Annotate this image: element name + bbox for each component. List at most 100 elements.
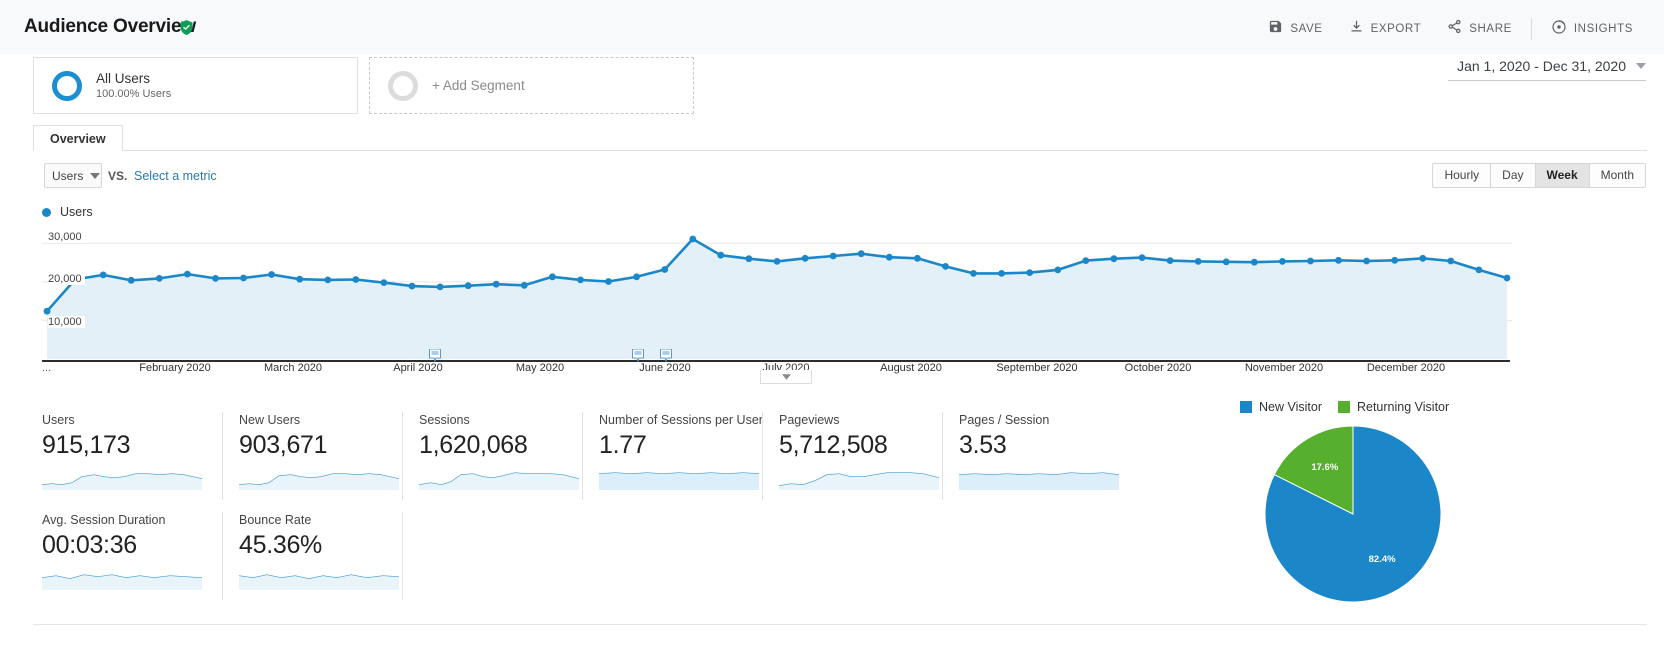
metric-value: 903,671 (239, 431, 328, 459)
share-button[interactable]: SHARE (1434, 19, 1525, 39)
metric-cards-row-1: Users 915,173 New Users 903,671 Sessions… (42, 412, 1127, 500)
metric-label: New Users (239, 413, 301, 427)
download-icon (1349, 19, 1364, 39)
y-axis-tick-20000: 20,000 (48, 273, 85, 285)
metric-label: Pages / Session (959, 413, 1050, 427)
metric-card-sessions[interactable]: Sessions 1,620,068 (402, 412, 582, 500)
pie-slice-label-new-visitor: 82.4% (1368, 554, 1396, 566)
shield-check-icon (178, 19, 195, 36)
metric-card-users[interactable]: Users 915,173 (42, 412, 222, 500)
x-axis-tick: June 2020 (639, 362, 691, 374)
page-title: Audience Overview (24, 16, 196, 37)
pie-legend-returning-visitor[interactable]: Returning Visitor (1337, 400, 1450, 414)
pie-chart-legend: New Visitor Returning Visitor (1240, 400, 1449, 414)
export-label: EXPORT (1370, 23, 1422, 35)
metric-value: 915,173 (42, 431, 131, 459)
segment-name: All Users (96, 70, 151, 86)
chevron-down-icon (1636, 63, 1646, 69)
metric-card-new-users[interactable]: New Users 903,671 (222, 412, 402, 500)
primary-metric-select[interactable]: Users (44, 163, 102, 188)
add-segment-ring-icon (388, 70, 418, 101)
toolbar-divider (1530, 18, 1532, 40)
metric-card-pages-per-session[interactable]: Pages / Session 3.53 (942, 412, 1122, 500)
x-axis-tick: November 2020 (1244, 362, 1324, 374)
metric-card-avg-session-duration[interactable]: Avg. Session Duration 00:03:36 (42, 512, 222, 600)
granularity-hourly[interactable]: Hourly (1433, 164, 1492, 187)
x-axis-tick: December 2020 (1366, 362, 1446, 374)
insights-button[interactable]: INSIGHTS (1538, 19, 1646, 39)
insights-icon (1551, 19, 1567, 40)
segment-text: All Users 100.00% Users (96, 70, 171, 102)
x-axis-start-ellipsis: ... (42, 362, 52, 374)
granularity-week[interactable]: Week (1535, 164, 1590, 187)
segment-ring-icon (52, 70, 82, 101)
metric-value: 1,620,068 (419, 431, 528, 459)
sparkline (239, 473, 399, 490)
annotation-note-icon[interactable] (632, 348, 645, 363)
pie-legend-swatch (1337, 401, 1350, 413)
x-axis-tick: May 2020 (515, 362, 565, 374)
metric-cards: Users 915,173 New Users 903,671 Sessions… (42, 412, 1127, 600)
legend-color-swatch (42, 207, 51, 217)
save-label: SAVE (1290, 23, 1323, 35)
granularity-group: Hourly Day Week Month (1432, 163, 1646, 188)
chevron-down-icon (781, 373, 791, 380)
users-over-time-chart[interactable] (42, 224, 1512, 359)
metric-value: 00:03:36 (42, 531, 137, 559)
segment-all-users[interactable]: All Users 100.00% Users (33, 57, 358, 114)
metric-value: 45.36% (239, 531, 322, 559)
share-icon (1447, 19, 1462, 39)
pie-chart-svg (1264, 425, 1442, 603)
x-axis-tick: October 2020 (1124, 362, 1192, 374)
y-axis-tick-30000: 30,000 (48, 231, 85, 243)
share-label: SHARE (1469, 23, 1512, 35)
sparkline (599, 472, 759, 490)
metric-label: Avg. Session Duration (42, 513, 166, 527)
date-range-value: Jan 1, 2020 - Dec 31, 2020 (1457, 58, 1626, 74)
pie-legend-label: New Visitor (1259, 400, 1322, 414)
pie-legend-label: Returning Visitor (1356, 400, 1450, 414)
pie-legend-new-visitor[interactable]: New Visitor (1240, 400, 1322, 414)
metric-card-empty-1 (402, 512, 582, 600)
new-vs-returning-pie-chart[interactable]: 82.4% 17.6% (1264, 425, 1442, 608)
granularity-month[interactable]: Month (1589, 164, 1645, 187)
metric-card-pageviews[interactable]: Pageviews 5,712,508 (762, 412, 942, 500)
legend-label-users: Users (60, 205, 93, 219)
sparkline (779, 472, 939, 490)
metric-card-sessions-per-user[interactable]: Number of Sessions per User 1.77 (582, 412, 763, 500)
chart-legend: Users (42, 205, 93, 219)
x-axis-tick: April 2020 (393, 362, 443, 374)
pie-slice-label-returning-visitor: 17.6% (1311, 461, 1339, 473)
metric-label: Number of Sessions per User (599, 413, 763, 427)
sparkline (959, 472, 1119, 490)
add-segment-button[interactable]: + Add Segment (369, 57, 694, 114)
bottom-divider (33, 624, 1647, 625)
granularity-day[interactable]: Day (1491, 164, 1536, 187)
segment-subtitle: 100.00% Users (96, 87, 172, 100)
annotation-note-icon[interactable] (429, 348, 442, 363)
x-axis-tick: March 2020 (263, 362, 323, 374)
tab-strip: Overview (33, 125, 1647, 151)
metric-value: 1.77 (599, 431, 647, 459)
metric-label: Bounce Rate (239, 513, 312, 527)
primary-metric-value: Users (52, 168, 84, 183)
select-a-metric-link[interactable]: Select a metric (134, 169, 217, 183)
line-chart-svg (42, 235, 1512, 359)
topbar-actions: SAVE EXPORT SHARE INSIGHTS (1255, 18, 1646, 40)
metric-card-bounce-rate[interactable]: Bounce Rate 45.36% (222, 512, 402, 600)
date-range-picker[interactable]: Jan 1, 2020 - Dec 31, 2020 (1448, 58, 1646, 81)
tab-overview[interactable]: Overview (33, 125, 123, 151)
metric-label: Users (42, 413, 75, 427)
metric-value: 3.53 (959, 431, 1007, 459)
add-segment-label: + Add Segment (432, 78, 525, 93)
save-icon (1268, 19, 1283, 39)
sparkline (419, 472, 579, 490)
metric-cards-row-2: Avg. Session Duration 00:03:36 Bounce Ra… (42, 512, 1127, 600)
annotations-expander-button[interactable] (760, 370, 812, 384)
x-axis-tick: August 2020 (880, 362, 942, 374)
export-button[interactable]: EXPORT (1336, 19, 1435, 39)
annotation-note-icon[interactable] (660, 348, 673, 363)
vs-label: VS. (108, 169, 128, 183)
metric-label: Pageviews (779, 413, 840, 427)
save-button[interactable]: SAVE (1255, 19, 1335, 39)
